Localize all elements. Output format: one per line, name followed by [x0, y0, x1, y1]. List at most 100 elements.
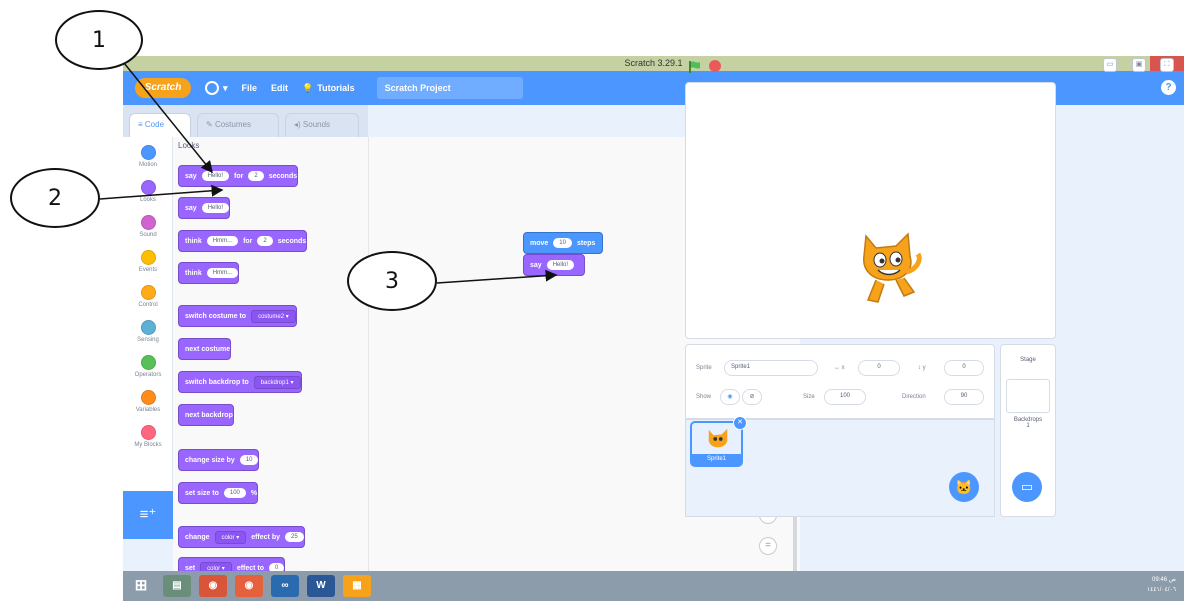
stage-thumbnail[interactable]: [1006, 379, 1050, 413]
scratch-logo[interactable]: Scratch: [135, 78, 191, 98]
message-input[interactable]: Hello!: [201, 203, 230, 213]
edit-menu[interactable]: Edit: [271, 83, 288, 93]
costume-dropdown[interactable]: costume2 ▾: [251, 309, 296, 323]
category-events[interactable]: Events: [123, 250, 173, 273]
say-block[interactable]: say Hello!: [178, 197, 231, 219]
sprite-name-input[interactable]: Sprite1: [724, 360, 818, 376]
tab-sounds-label: Sounds: [302, 120, 331, 129]
block-text: steps: [576, 239, 596, 247]
chrome-icon-2[interactable]: ◉: [235, 575, 263, 597]
block-text: say: [185, 172, 197, 180]
category-label: Events: [138, 267, 158, 273]
effect-dropdown[interactable]: color ▾: [214, 530, 247, 544]
block-text: seconds: [268, 172, 298, 180]
add-extension-button[interactable]: ≡⁺: [123, 491, 173, 539]
switch-costume-block[interactable]: switch costume to costume2 ▾: [178, 305, 297, 327]
category-sensing[interactable]: Sensing: [123, 320, 173, 343]
next-backdrop-block[interactable]: next backdrop: [178, 404, 234, 426]
think-for-block[interactable]: think Hmm... for 2 seconds: [178, 230, 308, 252]
file-menu[interactable]: File: [242, 83, 258, 93]
system-tray-clock[interactable]: 09:46 ص ١٤٤١/٠٤/٠٦: [1147, 575, 1176, 595]
category-operators[interactable]: Operators: [123, 355, 173, 378]
move-steps-block[interactable]: move 10 steps: [523, 232, 603, 254]
next-costume-block[interactable]: next costume: [178, 338, 232, 360]
tab-costumes[interactable]: ✎ Costumes: [197, 113, 279, 137]
file-menu-label: File: [241, 83, 258, 93]
file-explorer-icon[interactable]: ▤: [163, 575, 191, 597]
backdrop-dropdown[interactable]: backdrop1 ▾: [253, 375, 301, 389]
block-text: change size by: [185, 456, 235, 464]
change-effect-block[interactable]: change color ▾ effect by 25: [178, 526, 305, 548]
change-size-block[interactable]: change size by 10: [178, 449, 260, 471]
category-variables[interactable]: Variables: [123, 390, 173, 413]
block-text: %: [250, 489, 258, 497]
category-sound[interactable]: Sound: [123, 215, 173, 238]
chrome-icon[interactable]: ◉: [199, 575, 227, 597]
tab-sounds[interactable]: ◂) Sounds: [285, 113, 359, 137]
size-input[interactable]: 10: [239, 455, 259, 465]
language-menu[interactable]: ▾: [205, 81, 228, 95]
brush-icon: ✎: [206, 120, 215, 129]
sensing-dot-icon: [140, 320, 156, 335]
control-dot-icon: [140, 285, 156, 300]
start-button[interactable]: ⊞: [127, 575, 155, 597]
x-input[interactable]: 0: [858, 360, 900, 376]
script-say-block[interactable]: say Hello!: [523, 254, 585, 276]
message-input[interactable]: Hello!: [546, 260, 575, 270]
category-motion[interactable]: Motion: [123, 145, 173, 168]
word-icon[interactable]: W: [307, 575, 335, 597]
looks-dot-icon: [140, 180, 156, 195]
category-my-blocks[interactable]: My Blocks: [123, 425, 173, 448]
show-label: Show: [696, 394, 712, 400]
stop-icon[interactable]: [709, 60, 721, 72]
message-input[interactable]: Hello!: [201, 171, 230, 181]
block-text: say: [530, 261, 542, 269]
category-label: My Blocks: [134, 442, 162, 448]
effect-value-input[interactable]: 25: [285, 532, 304, 542]
speaker-icon: ◂): [294, 120, 303, 129]
zoom-reset-button[interactable]: =: [759, 537, 777, 555]
category-looks[interactable]: Looks: [123, 180, 173, 203]
direction-input[interactable]: 90: [944, 389, 984, 405]
scratch-taskbar-icon[interactable]: ▦: [343, 575, 371, 597]
think-block[interactable]: think Hmm...: [178, 262, 240, 284]
app-icon[interactable]: ∞: [271, 575, 299, 597]
set-size-block[interactable]: set size to 100 %: [178, 482, 259, 504]
events-dot-icon: [140, 250, 156, 265]
say-for-block[interactable]: say Hello! for 2 seconds: [178, 165, 299, 187]
eye-off-icon: ⊘: [749, 394, 755, 400]
message-input[interactable]: Hmm...: [206, 236, 239, 246]
small-stage-button[interactable]: ▭: [1103, 58, 1117, 72]
category-control[interactable]: Control: [123, 285, 173, 308]
size-input[interactable]: 100: [824, 389, 866, 405]
steps-input[interactable]: 10: [553, 238, 572, 248]
add-backdrop-button[interactable]: ▭: [1012, 472, 1042, 502]
hide-button[interactable]: ⊘: [742, 389, 762, 405]
large-stage-button[interactable]: ▣: [1132, 58, 1146, 72]
image-icon: ▭: [1020, 479, 1034, 494]
add-sprite-button[interactable]: 🐱: [949, 472, 979, 502]
fullscreen-button[interactable]: ⛶: [1160, 58, 1174, 72]
cat-sprite-icon[interactable]: [852, 230, 924, 308]
seconds-input[interactable]: 2: [248, 171, 264, 181]
palette-section-title: Looks: [178, 141, 200, 150]
delete-sprite-icon[interactable]: ✕: [733, 416, 747, 430]
lightbulb-icon: 💡: [302, 82, 314, 93]
switch-backdrop-block[interactable]: switch backdrop to backdrop1 ▾: [178, 371, 302, 393]
show-visible-button[interactable]: ◉: [720, 389, 740, 405]
help-icon[interactable]: ?: [1161, 80, 1176, 95]
block-text: for: [234, 172, 244, 180]
size-input[interactable]: 100: [223, 488, 246, 498]
screenshot-page: Scratch 3.29.1 – ▫ ✕ Scratch ▾ File Edit…: [0, 0, 1184, 601]
callout-1: 1: [55, 10, 143, 70]
project-title-input[interactable]: Scratch Project: [376, 77, 523, 99]
green-flag-icon[interactable]: [688, 60, 702, 74]
callout-3: 3: [347, 251, 437, 311]
set-effect-block[interactable]: set color ▾ effect to 0: [178, 557, 286, 572]
tab-code[interactable]: ≡ Code: [129, 113, 191, 137]
callout-2: 2: [10, 168, 100, 228]
y-input[interactable]: 0: [944, 360, 984, 376]
seconds-input[interactable]: 2: [257, 236, 273, 246]
message-input[interactable]: Hmm...: [206, 268, 239, 278]
tutorials-menu[interactable]: 💡 Tutorials: [302, 83, 355, 94]
